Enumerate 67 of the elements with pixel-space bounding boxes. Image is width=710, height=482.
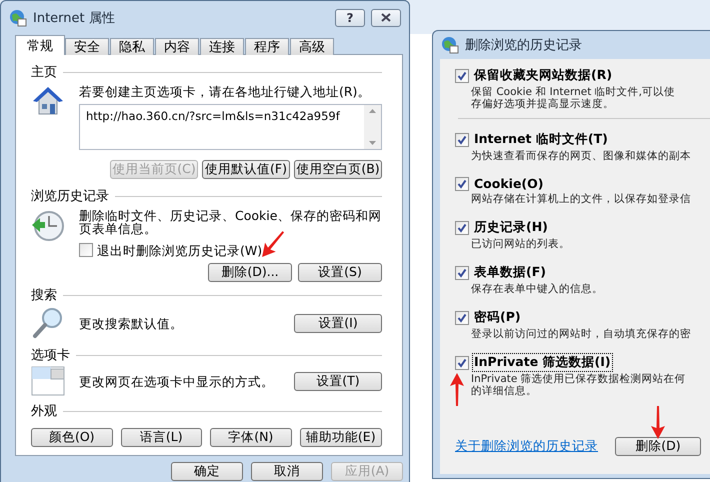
section-heading: 选项卡	[31, 347, 70, 364]
close-button[interactable]	[371, 8, 401, 26]
section-heading: 主页	[31, 64, 57, 81]
checkbox[interactable]	[455, 68, 469, 82]
option-label: 保留收藏夹网站数据(R)	[473, 67, 614, 84]
tab[interactable]: 常规	[15, 35, 65, 55]
option-label: 表单数据(F)	[473, 264, 547, 281]
section-description: 删除临时文件、历史记录、Cookie、保存的密码和网页表单信息。	[79, 209, 382, 235]
option-label: Internet 临时文件(T)	[473, 131, 609, 148]
option-description: 为快速查看而保存的网页、图像和媒体的副本	[471, 150, 691, 162]
section-heading: 搜索	[31, 287, 57, 304]
option-description: 的详细信息。	[471, 385, 537, 397]
tab[interactable]: 隐私	[110, 38, 154, 55]
globe-icon	[9, 8, 27, 26]
address-field[interactable]: http://hao.360.cn/?src=lm&ls=n31c42a959f	[79, 104, 382, 150]
checkbox[interactable]	[455, 132, 469, 146]
option-label: 密码(P)	[473, 309, 522, 326]
window-title: 删除浏览的历史记录	[465, 37, 582, 54]
window-title: Internet 属性	[33, 10, 115, 26]
checkbox-label: 退出时删除浏览历史记录(W)	[97, 244, 262, 256]
help-button[interactable]: ?	[335, 8, 365, 26]
history-button[interactable]: 设置(S)	[298, 263, 382, 282]
checkbox[interactable]	[455, 176, 469, 190]
tabs-icon	[31, 366, 65, 396]
section-heading: 外观	[31, 403, 57, 420]
appearance-button[interactable]: 辅助功能(E)	[300, 428, 382, 447]
checkbox[interactable]	[455, 266, 469, 280]
dialog-button[interactable]: 确定	[171, 462, 243, 481]
close-icon	[381, 13, 391, 22]
help-link[interactable]: 关于删除浏览的历史记录	[455, 438, 598, 455]
appearance-button[interactable]: 字体(N)	[210, 428, 292, 447]
tab[interactable]: 安全	[65, 38, 109, 55]
section-description: 更改网页在选项卡中显示的方式。	[79, 374, 275, 388]
section-heading: 浏览历史记录	[31, 188, 109, 205]
option-description: 网站存储在计算机上的文件，以保存如登录信	[471, 193, 691, 205]
globe-icon	[441, 36, 459, 54]
section-description: 更改搜索默认值。	[79, 316, 184, 330]
house-icon	[31, 85, 65, 117]
tab[interactable]: 程序	[245, 38, 289, 55]
home-page-button[interactable]: 使用空白页(B)	[294, 160, 382, 179]
option-description: 已访问网站的列表。	[471, 238, 570, 250]
option-description: InPrivate 筛选使用已保存数据检测网站在何	[471, 373, 686, 385]
option-description: 登录以前访问过的网站时，自动填充保存的密	[471, 328, 691, 340]
clock-icon	[31, 209, 65, 243]
tab[interactable]: 内容	[155, 38, 199, 55]
search-icon	[31, 306, 65, 340]
settings-button[interactable]: 设置(I)	[294, 314, 382, 332]
appearance-button[interactable]: 语言(L)	[120, 428, 202, 447]
checkbox[interactable]	[455, 310, 469, 324]
tab[interactable]: 连接	[200, 38, 244, 55]
history-button[interactable]: 删除(D)...	[208, 263, 292, 282]
option-label: Cookie(O)	[473, 176, 544, 191]
delete-button[interactable]: 删除(D)	[615, 437, 701, 456]
home-page-button[interactable]: 使用默认值(F)	[202, 160, 290, 179]
checkbox[interactable]	[455, 220, 469, 234]
option-label: InPrivate 筛选数据(I)	[473, 354, 612, 371]
option-description: 保存在表单中键入的信息。	[471, 283, 603, 295]
section-description: 若要创建主页选项卡，请在各地址行键入地址(R)。	[79, 85, 372, 98]
option-label: 历史记录(H)	[473, 219, 549, 236]
option-description: 存偏好选项并提高显示速度。	[471, 98, 614, 110]
appearance-button[interactable]: 颜色(O)	[31, 428, 113, 447]
checkbox[interactable]	[455, 356, 469, 370]
tab[interactable]: 高级	[290, 38, 334, 55]
dialog-button[interactable]: 取消	[251, 462, 323, 481]
option-description: 保留 Cookie 和 Internet 临时文件,可以使	[471, 86, 676, 98]
checkbox[interactable]	[79, 243, 93, 257]
settings-button[interactable]: 设置(T)	[294, 372, 382, 390]
